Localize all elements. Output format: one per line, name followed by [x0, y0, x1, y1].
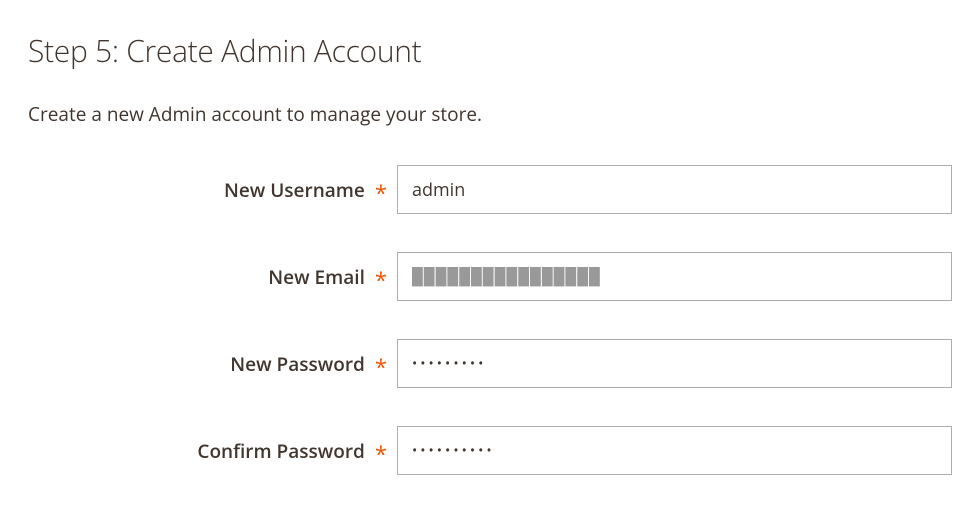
password-label: New Password — [230, 351, 365, 377]
email-label: New Email — [268, 264, 365, 290]
page-description: Create a new Admin account to manage you… — [28, 101, 952, 127]
input-cell — [397, 165, 952, 214]
label-cell: New Email * — [28, 264, 397, 290]
username-label: New Username — [224, 177, 365, 203]
required-asterisk-icon: * — [375, 356, 387, 378]
input-cell — [397, 252, 952, 301]
confirm-password-input[interactable] — [397, 426, 952, 475]
form-row-email: New Email * — [28, 252, 952, 301]
page-title: Step 5: Create Admin Account — [28, 30, 952, 71]
label-cell: Confirm Password * — [28, 438, 397, 464]
required-asterisk-icon: * — [375, 443, 387, 465]
input-cell — [397, 339, 952, 388]
email-input[interactable] — [397, 252, 952, 301]
required-asterisk-icon: * — [375, 182, 387, 204]
admin-account-form: New Username * New Email * New Password … — [28, 165, 952, 475]
password-input[interactable] — [397, 339, 952, 388]
form-row-confirm-password: Confirm Password * — [28, 426, 952, 475]
label-cell: New Password * — [28, 351, 397, 377]
form-row-password: New Password * — [28, 339, 952, 388]
input-cell — [397, 426, 952, 475]
confirm-password-label: Confirm Password — [197, 438, 364, 464]
username-input[interactable] — [397, 165, 952, 214]
label-cell: New Username * — [28, 177, 397, 203]
required-asterisk-icon: * — [375, 269, 387, 291]
form-row-username: New Username * — [28, 165, 952, 214]
